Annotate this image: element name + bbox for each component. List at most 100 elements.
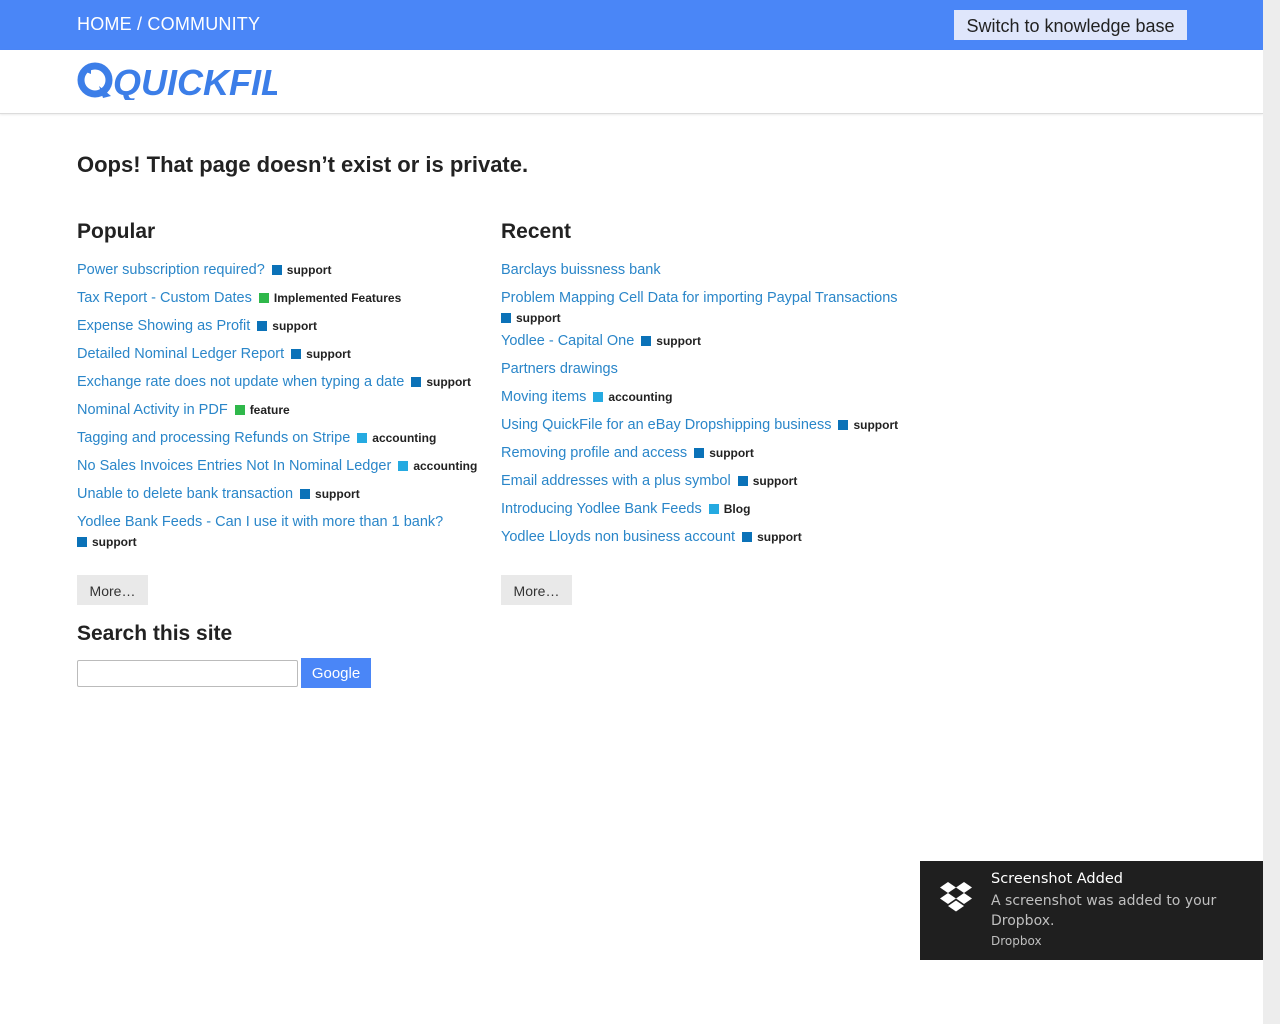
breadcrumb: HOME / COMMUNITY: [77, 14, 260, 35]
tag-color-square: [742, 532, 753, 542]
tag-label: support: [709, 446, 754, 460]
topic-link[interactable]: Yodlee - Capital One: [501, 333, 634, 349]
tag-label: support: [92, 535, 137, 549]
topic-tag[interactable]: support: [742, 523, 802, 551]
topic-link[interactable]: Introducing Yodlee Bank Feeds: [501, 501, 702, 517]
tag-label: Implemented Features: [273, 291, 402, 305]
notification-body: A screenshot was added to your Dropbox.: [991, 893, 1217, 929]
topic-tag[interactable]: accounting: [357, 424, 436, 452]
tag-label: feature: [249, 403, 290, 417]
topic-tag[interactable]: Blog: [708, 495, 750, 523]
topic-link[interactable]: Yodlee Bank Feeds - Can I use it with mo…: [77, 514, 443, 530]
topic-item: Power subscription required? support: [77, 256, 487, 284]
tag-label: support: [757, 530, 802, 544]
tag-color-square: [694, 448, 705, 458]
topic-tag[interactable]: Implemented Features: [258, 284, 402, 312]
topic-link[interactable]: Email addresses with a plus symbol: [501, 473, 731, 489]
topic-item: Problem Mapping Cell Data for importing …: [501, 284, 921, 328]
tag-color-square: [411, 377, 422, 387]
tag-color-square: [300, 489, 311, 499]
switch-to-knowledge-base-button[interactable]: Switch to knowledge base: [954, 10, 1187, 40]
tag-color-square: [708, 504, 719, 514]
tag-label: support: [272, 319, 317, 333]
topic-tag[interactable]: support: [291, 340, 351, 368]
quickfile-logo[interactable]: QUICKFILE: [77, 60, 308, 105]
topic-tag[interactable]: support: [694, 439, 754, 467]
topic-link[interactable]: No Sales Invoices Entries Not In Nominal…: [77, 458, 391, 474]
page-title: Oops! That page doesn’t exist or is priv…: [77, 152, 529, 177]
tag-color-square: [234, 405, 245, 415]
popular-topic-list: Power subscription required? support Tax R…: [77, 256, 487, 552]
logo-text: QUICKFILE: [113, 62, 277, 100]
topic-tag[interactable]: support: [271, 256, 331, 284]
topic-tag[interactable]: accounting: [398, 452, 477, 480]
topic-tag[interactable]: support: [641, 327, 701, 355]
popular-more-button[interactable]: More…: [77, 575, 148, 605]
topic-link[interactable]: Partners drawings: [501, 361, 618, 377]
search-input[interactable]: [77, 660, 298, 687]
topic-item: Moving items accounting: [501, 383, 921, 411]
topic-link[interactable]: Unable to delete bank transaction: [77, 486, 293, 502]
popular-heading: Popular: [77, 220, 156, 243]
topic-item: No Sales Invoices Entries Not In Nominal…: [77, 452, 487, 480]
tag-color-square: [398, 461, 409, 471]
topic-link[interactable]: Barclays buissness bank: [501, 262, 661, 278]
topic-link[interactable]: Expense Showing as Profit: [77, 318, 250, 334]
topic-link[interactable]: Power subscription required?: [77, 262, 265, 278]
recent-section: Recent Barclays buissness bank Problem Ma…: [501, 220, 921, 551]
topic-link[interactable]: Detailed Nominal Ledger Report: [77, 346, 284, 362]
topic-tag[interactable]: support: [300, 480, 360, 508]
topic-tag[interactable]: support: [501, 308, 921, 328]
topic-tag[interactable]: support: [257, 312, 317, 340]
tag-label: support: [656, 334, 701, 348]
topic-item: Exchange rate does not update when typin…: [77, 368, 487, 396]
tag-color-square: [77, 537, 87, 547]
vertical-scrollbar[interactable]: [1263, 0, 1280, 1024]
topic-tag[interactable]: support: [838, 411, 898, 439]
tag-color-square: [271, 265, 282, 275]
recent-heading: Recent: [501, 220, 572, 243]
recent-more-button[interactable]: More…: [501, 575, 572, 605]
topic-link[interactable]: Moving items: [501, 389, 586, 405]
topic-link[interactable]: Tax Report - Custom Dates: [77, 290, 252, 306]
topic-tag[interactable]: support: [737, 467, 798, 495]
tag-label: support: [426, 375, 471, 389]
topic-item: Using QuickFile for an eBay Dropshipping…: [501, 411, 921, 439]
topic-link[interactable]: Exchange rate does not update when typin…: [77, 374, 404, 390]
dropbox-notification[interactable]: Screenshot Added A screenshot was added …: [920, 861, 1280, 960]
topic-link[interactable]: Problem Mapping Cell Data for importing …: [501, 290, 898, 306]
topic-item: Nominal Activity in PDF feature: [77, 396, 487, 424]
breadcrumb-separator: /: [131, 14, 148, 34]
topic-link[interactable]: Yodlee Lloyds non business account: [501, 529, 735, 545]
tag-color-square: [258, 293, 269, 303]
topic-tag[interactable]: feature: [234, 396, 290, 424]
topic-link[interactable]: Nominal Activity in PDF: [77, 402, 228, 418]
topic-link[interactable]: Using QuickFile for an eBay Dropshipping…: [501, 417, 831, 433]
tag-label: support: [752, 474, 798, 488]
topic-item: Yodlee - Capital One support: [501, 327, 921, 355]
tag-color-square: [737, 476, 748, 486]
breadcrumb-home-link[interactable]: HOME: [77, 14, 132, 34]
topic-item: Partners drawings: [501, 355, 921, 383]
tag-label: accounting: [413, 459, 478, 473]
tag-label: accounting: [372, 431, 437, 445]
topic-item: Tagging and processing Refunds on Stripe…: [77, 424, 487, 452]
topic-tag[interactable]: accounting: [593, 383, 672, 411]
topic-link[interactable]: Tagging and processing Refunds on Stripe: [77, 430, 350, 446]
topic-tag[interactable]: support: [77, 532, 487, 552]
topic-item: Tax Report - Custom Dates Implemented Fea…: [77, 284, 487, 312]
dropbox-icon: [939, 881, 973, 917]
tag-color-square: [291, 349, 302, 359]
logo-bar: QUICKFILE: [0, 50, 1263, 114]
top-nav-bar: HOME / COMMUNITY Switch to knowledge bas…: [0, 0, 1263, 50]
tag-label: support: [306, 347, 351, 361]
notification-source: Dropbox: [991, 934, 1042, 948]
topic-link[interactable]: Removing profile and access: [501, 445, 687, 461]
quickfile-logo-graphic: QUICKFILE: [77, 62, 308, 103]
google-search-button[interactable]: Google: [301, 658, 371, 688]
tag-color-square: [641, 336, 652, 346]
breadcrumb-community-link[interactable]: COMMUNITY: [147, 14, 260, 34]
topic-item: Introducing Yodlee Bank Feeds Blog: [501, 495, 921, 523]
topic-tag[interactable]: support: [411, 368, 471, 396]
notification-title: Screenshot Added: [991, 871, 1123, 887]
